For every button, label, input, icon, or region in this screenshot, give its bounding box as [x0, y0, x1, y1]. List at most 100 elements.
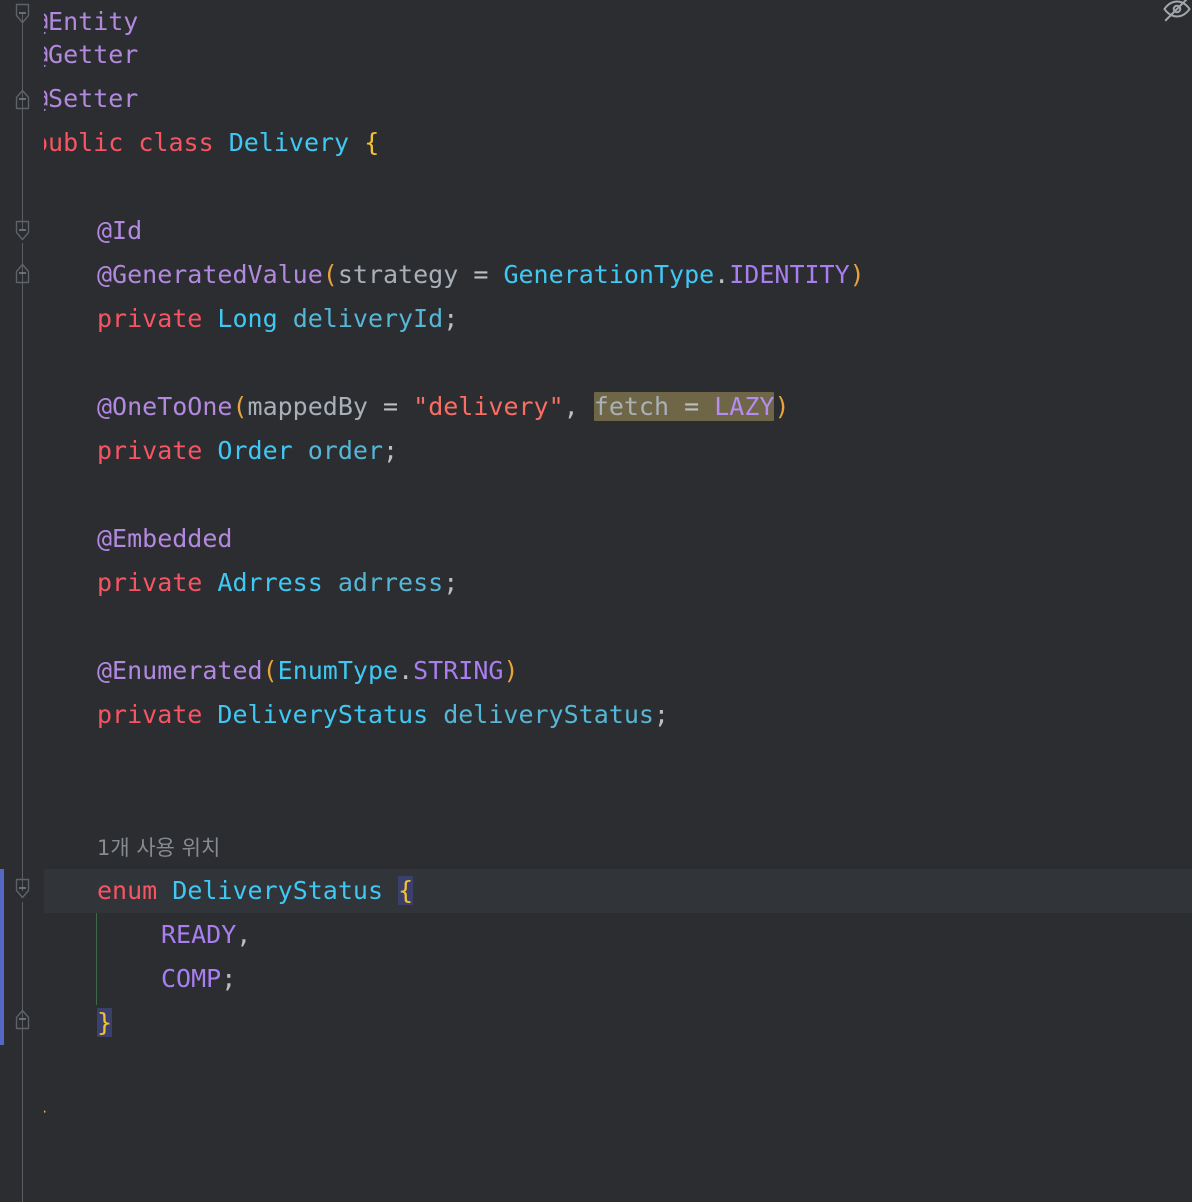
code-line[interactable]: @GeneratedValue(strategy = GenerationTyp… [0, 253, 1192, 297]
token-const: LAZY [714, 392, 775, 421]
token-punct [202, 436, 217, 465]
fold-rail-body [22, 243, 23, 891]
code-line[interactable]: @OneToOne(mappedBy = "delivery", fetch =… [0, 385, 1192, 429]
code-editor[interactable]: @Entity @Getter @Setter public class Delive… [0, 0, 1192, 1202]
token-const: STRING [413, 656, 504, 685]
fold-marker-entity[interactable] [13, 2, 32, 28]
token-punct: ; [443, 304, 459, 333]
token-type: Long [217, 304, 278, 333]
token-ann: @GeneratedValue [97, 260, 323, 289]
code-line-text: private Long deliveryId; [0, 297, 458, 341]
token-paren: ) [774, 392, 790, 421]
search-highlight: fetch = LAZY [593, 392, 775, 421]
fold-marker-id[interactable] [13, 219, 32, 245]
token-punct [202, 700, 217, 729]
token-op: = [684, 392, 700, 421]
token-paren: ) [503, 656, 519, 685]
token-ann: @Embedded [97, 524, 233, 553]
code-line-text: private DeliveryStatus deliveryStatus; [0, 693, 669, 737]
token-kw: private [97, 304, 203, 333]
code-line-text: private Adrress adrress; [0, 561, 458, 605]
token-punct [278, 304, 293, 333]
code-line[interactable]: @Enumerated(EnumType.STRING) [0, 649, 1192, 693]
token-brace: { [364, 128, 380, 157]
token-type: GenerationType [503, 260, 715, 289]
token-punct [669, 392, 684, 421]
token-punct: ; [653, 700, 669, 729]
token-punct: , [236, 920, 252, 949]
token-const: IDENTITY [729, 260, 850, 289]
token-ann: @Entity [33, 7, 139, 36]
fold-marker-enum[interactable] [13, 877, 32, 903]
token-type: Order [217, 436, 293, 465]
token-ann: @Setter [33, 84, 139, 113]
token-paren: ( [322, 260, 338, 289]
code-line[interactable]: } [0, 1089, 1192, 1133]
token-punct [699, 392, 714, 421]
fold-marker-setter[interactable] [13, 88, 32, 114]
token-punct [368, 392, 383, 421]
token-param: strategy [337, 260, 459, 289]
code-line[interactable]: @Setter [0, 77, 1192, 121]
token-kw: enum [97, 876, 158, 905]
token-field: deliveryId [292, 304, 444, 333]
fold-marker-generated[interactable] [13, 262, 32, 288]
token-punct: , [563, 392, 579, 421]
token-punct: ; [383, 436, 399, 465]
token-kw: public [33, 128, 124, 157]
token-punct [214, 128, 229, 157]
token-ann: @Id [97, 216, 143, 245]
token-paren: ( [262, 656, 278, 685]
code-content[interactable]: @Entity @Getter @Setter public class Delive… [0, 0, 1192, 1202]
code-line[interactable]: @Embedded [0, 517, 1192, 561]
code-line[interactable]: enum DeliveryStatus { [0, 869, 1192, 913]
eye-slash-icon[interactable] [1162, 0, 1192, 24]
token-ann: @Getter [33, 40, 139, 69]
fold-marker-enum-end[interactable] [13, 1008, 32, 1034]
code-line[interactable]: private Order order; [0, 429, 1192, 473]
usage-hint-delivery-status[interactable]: 1개 사용 위치 [97, 832, 220, 862]
code-line[interactable]: READY, [0, 913, 1192, 957]
token-punct [488, 260, 503, 289]
token-punct [293, 436, 308, 465]
fold-rail-bottom [22, 1020, 23, 1202]
token-type: DeliveryStatus [172, 876, 383, 905]
token-kw: private [97, 568, 203, 597]
code-line-text: enum DeliveryStatus { [0, 869, 414, 913]
code-line-text: @GeneratedValue(strategy = GenerationTyp… [0, 253, 865, 297]
token-field: adrress [337, 568, 444, 597]
fold-rail-enum [22, 902, 23, 1020]
token-punct [428, 700, 443, 729]
token-punct: . [714, 260, 730, 289]
token-punct [398, 392, 413, 421]
code-line[interactable]: private Long deliveryId; [0, 297, 1192, 341]
code-line[interactable]: private Adrress adrress; [0, 561, 1192, 605]
token-punct [323, 568, 338, 597]
token-param: mappedBy [247, 392, 368, 421]
code-line[interactable]: COMP; [0, 957, 1192, 1001]
code-line-text: public class Delivery { [0, 121, 379, 165]
token-punct [123, 128, 138, 157]
code-line[interactable]: @Getter [0, 33, 1192, 77]
code-line[interactable]: private DeliveryStatus deliveryStatus; [0, 693, 1192, 737]
token-punct [157, 876, 172, 905]
code-line-text: @Enumerated(EnumType.STRING) [0, 649, 519, 693]
token-brace: } [97, 1008, 113, 1037]
token-punct [202, 304, 217, 333]
token-type: DeliveryStatus [217, 700, 429, 729]
token-field: order [307, 436, 384, 465]
token-type: Delivery [228, 128, 350, 157]
token-ann: @Enumerated [97, 656, 263, 685]
code-line[interactable]: } [0, 1001, 1192, 1045]
token-field: deliveryStatus [443, 700, 654, 729]
selection-stripe [0, 869, 4, 1045]
token-kw: private [97, 700, 203, 729]
token-punct: . [398, 656, 414, 685]
editor-gutter[interactable] [0, 0, 44, 1202]
code-line[interactable]: @Id [0, 209, 1192, 253]
token-kw: private [97, 436, 203, 465]
token-punct: ; [221, 964, 237, 993]
token-param: fetch [593, 392, 670, 421]
code-line[interactable]: public class Delivery { [0, 121, 1192, 165]
token-punct [383, 876, 398, 905]
